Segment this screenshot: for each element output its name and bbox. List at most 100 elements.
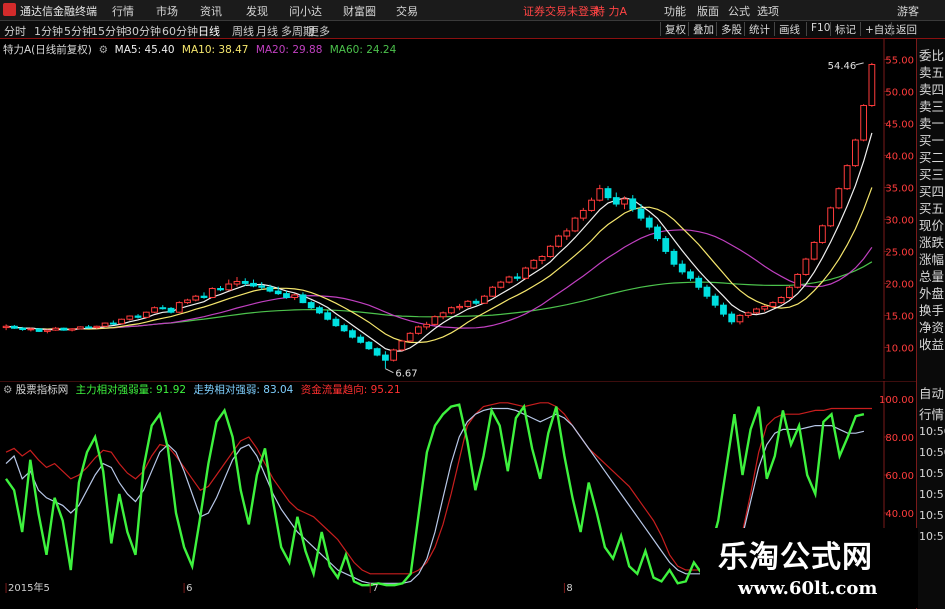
candle bbox=[588, 197, 595, 212]
candle bbox=[332, 316, 340, 327]
candle bbox=[299, 292, 307, 304]
candle bbox=[456, 303, 463, 311]
candle bbox=[464, 300, 472, 308]
price-annotation: 54.46 bbox=[828, 61, 857, 72]
candle bbox=[192, 294, 200, 302]
candle bbox=[208, 287, 216, 299]
candle bbox=[480, 294, 488, 304]
candle bbox=[200, 292, 208, 299]
watermark-title: 乐淘公式网 bbox=[718, 540, 873, 575]
candle bbox=[76, 326, 84, 330]
date-axis-label: 7 bbox=[372, 583, 378, 593]
candlestick-chart[interactable]: 10.00 15.00 20.00 25.00 30.00 35.00 40.00 45.00… bbox=[0, 39, 916, 379]
chart-title: 特力A(日线前复权) bbox=[3, 44, 92, 56]
toolbar-button-3[interactable]: 统计 bbox=[744, 22, 774, 36]
candle bbox=[769, 301, 777, 308]
candle bbox=[175, 301, 183, 313]
candle bbox=[843, 164, 851, 190]
indicator-tick-label: 60.00 bbox=[885, 471, 914, 482]
price-tick-label: 25.00 bbox=[885, 247, 914, 258]
candle bbox=[159, 305, 167, 310]
stock-title: 特 力A bbox=[594, 5, 628, 18]
period-tab-10[interactable]: 更多 bbox=[308, 23, 330, 39]
ma20-line bbox=[6, 229, 873, 330]
date-axis-label: 6 bbox=[186, 583, 192, 593]
period-tab-8[interactable]: 月线 bbox=[256, 23, 278, 39]
tick-list-item[interactable]: 自动 bbox=[919, 383, 944, 402]
quote-field-label: 收益 bbox=[919, 337, 945, 352]
settings-icon[interactable]: ⚙ bbox=[95, 44, 111, 56]
candle bbox=[695, 275, 703, 290]
menu-right-item-3[interactable]: 选项 bbox=[757, 3, 779, 19]
menu-item-3[interactable]: 发现 bbox=[246, 3, 268, 19]
price-chart-panel[interactable]: 10.00 15.00 20.00 25.00 30.00 35.00 40.00 45.00… bbox=[0, 39, 916, 379]
candle bbox=[85, 325, 92, 329]
candle bbox=[118, 318, 125, 325]
candle bbox=[835, 187, 843, 210]
guest-button[interactable]: 游客 bbox=[897, 3, 919, 19]
toolbar-button-8[interactable]: 返回 bbox=[891, 22, 921, 36]
period-tab-6[interactable]: 日线 bbox=[198, 23, 220, 39]
period-tab-5[interactable]: 60分钟 bbox=[162, 23, 198, 39]
candle bbox=[489, 285, 496, 297]
site-watermark: 乐淘公式网 www.60lt.com bbox=[700, 528, 918, 608]
candle bbox=[513, 273, 521, 281]
candle bbox=[447, 306, 455, 315]
quote-side-strip: 委比 卖五 卖四 卖三 卖一 买一 买二 买三 买四 买五 现价 涨跌 涨幅 总量 外盘 换手 净资 收益 自动 行情… bbox=[916, 39, 945, 609]
candle bbox=[546, 245, 554, 258]
candle bbox=[35, 328, 43, 333]
candle bbox=[736, 314, 744, 325]
menu-right-item-2[interactable]: 公式 bbox=[728, 3, 750, 19]
period-tab-7[interactable]: 周线 bbox=[232, 23, 254, 39]
period-tab-4[interactable]: 30分钟 bbox=[125, 23, 161, 39]
menu-item-0[interactable]: 行情 bbox=[112, 3, 134, 19]
price-tick-label: 20.00 bbox=[885, 279, 914, 290]
indicator-title: 股票指标网 bbox=[15, 384, 69, 396]
toolbar-button-4[interactable]: 画线 bbox=[774, 22, 804, 36]
menu-item-5[interactable]: 财富圈 bbox=[343, 3, 376, 19]
menu-item-6[interactable]: 交易 bbox=[396, 3, 418, 19]
tick-list-item[interactable]: 行情 bbox=[919, 404, 944, 423]
candle bbox=[827, 206, 835, 228]
ma10-label: MA10: 38.47 bbox=[181, 44, 249, 56]
candle bbox=[703, 284, 711, 299]
candle bbox=[786, 285, 793, 299]
candle bbox=[307, 300, 315, 309]
candle bbox=[382, 351, 389, 369]
menu-item-2[interactable]: 资讯 bbox=[200, 3, 222, 19]
toolbar-button-2[interactable]: 多股 bbox=[716, 22, 746, 36]
candle bbox=[538, 255, 546, 265]
candle bbox=[134, 314, 142, 319]
candle bbox=[233, 277, 241, 287]
series-trend-label: 走势相对强弱: 83.04 bbox=[193, 384, 294, 396]
toolbar-button-1[interactable]: 叠加 bbox=[688, 22, 718, 36]
period-tab-2[interactable]: 5分钟 bbox=[64, 23, 93, 39]
candle bbox=[530, 259, 538, 270]
period-tab-0[interactable]: 分时 bbox=[4, 23, 26, 39]
menu-right-item-0[interactable]: 功能 bbox=[664, 3, 686, 19]
candle bbox=[563, 228, 571, 240]
candle bbox=[711, 293, 719, 308]
toolbar-button-6[interactable]: 标记 bbox=[830, 22, 860, 36]
menu-item-1[interactable]: 市场 bbox=[156, 3, 178, 19]
menu-right-item-1[interactable]: 版面 bbox=[697, 3, 719, 19]
candle bbox=[497, 280, 505, 289]
candle bbox=[340, 323, 348, 333]
candle bbox=[10, 325, 18, 329]
settings-icon[interactable]: ⚙ bbox=[3, 384, 12, 396]
period-tab-1[interactable]: 1分钟 bbox=[34, 23, 63, 39]
candle bbox=[2, 324, 10, 331]
tick-list-item: 10:51 bbox=[919, 530, 945, 543]
ma60-label: MA60: 24.24 bbox=[329, 44, 397, 56]
candle bbox=[802, 257, 810, 276]
toolbar-button-0[interactable]: 复权 bbox=[660, 22, 690, 36]
login-status[interactable]: 证券交易未登录 bbox=[523, 3, 600, 19]
candle bbox=[852, 138, 859, 167]
candle bbox=[439, 311, 447, 320]
price-tick-label: 50.00 bbox=[885, 87, 914, 98]
candle bbox=[753, 307, 760, 315]
candle bbox=[68, 328, 76, 332]
candle bbox=[357, 334, 365, 344]
period-tab-3[interactable]: 15分钟 bbox=[91, 23, 127, 39]
menu-item-4[interactable]: 问小达 bbox=[289, 3, 322, 19]
